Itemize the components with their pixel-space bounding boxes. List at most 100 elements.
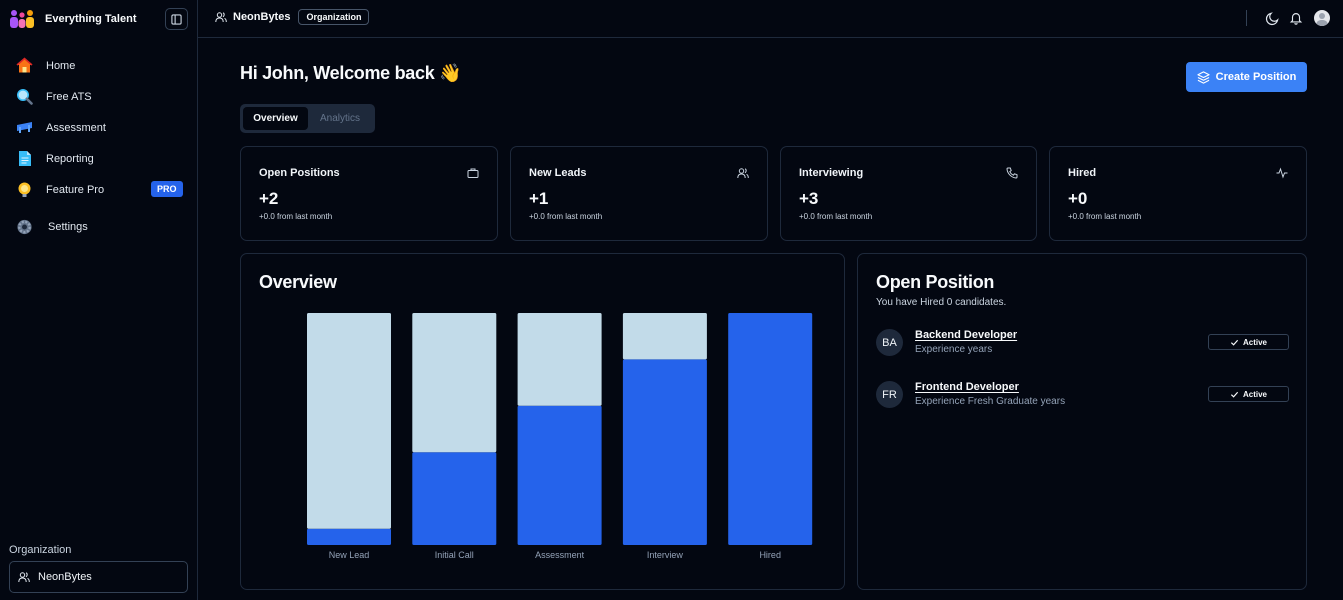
sidebar-item-label: Home [46, 59, 76, 72]
bar-initial-call-segment-1[interactable] [412, 313, 497, 453]
bar-hired-segment-0[interactable] [728, 313, 813, 545]
stat-card-hired: Hired +0 +0.0 from last month [1049, 146, 1307, 241]
status-badge[interactable]: Active [1208, 386, 1289, 402]
sidebar-item-label: Free ATS [46, 90, 92, 103]
briefcase-icon [467, 168, 479, 178]
brand[interactable]: Everything Talent [9, 9, 136, 29]
org-switcher-value: NeonBytes [38, 571, 92, 583]
x-tick-label: Interview [647, 550, 684, 560]
layers-icon [1197, 70, 1210, 84]
position-avatar: FR [876, 381, 903, 408]
stat-card-interviewing: Interviewing +3 +0.0 from last month [780, 146, 1037, 241]
position-experience: Experience Fresh Graduate years [915, 396, 1066, 407]
sidebar-item-reporting[interactable]: Reporting [0, 143, 198, 174]
org-label: Organization [9, 544, 72, 556]
lightbulb-icon [16, 181, 33, 198]
stat-title: Interviewing [799, 167, 864, 179]
document-icon [16, 150, 33, 167]
gear-icon [16, 218, 33, 235]
stat-title: New Leads [529, 167, 587, 179]
x-tick-label: New Lead [329, 550, 370, 560]
open-position-subtitle: You have Hired 0 candidates. [876, 297, 1007, 308]
bell-icon [1289, 13, 1303, 25]
stat-card-open-positions: Open Positions +2 +0.0 from last month [240, 146, 498, 241]
stat-title: Open Positions [259, 167, 340, 179]
bar-new-lead-segment-0[interactable] [307, 528, 391, 545]
x-tick-label: Hired [759, 550, 781, 560]
bar-interview-segment-1[interactable] [622, 313, 707, 360]
sidebar: Everything Talent Home Free ATS Assessme… [0, 0, 198, 600]
user-avatar[interactable] [1314, 10, 1330, 26]
x-tick-label: Assessment [535, 550, 585, 560]
theme-toggle-button[interactable] [1264, 10, 1280, 26]
status-label: Active [1242, 337, 1267, 347]
user-icon [1316, 13, 1328, 26]
org-name[interactable]: NeonBytes [233, 11, 290, 23]
bar-interview-segment-0[interactable] [622, 359, 707, 545]
sidebar-item-label: Feature Pro [46, 183, 105, 196]
sidebar-item-label: Reporting [46, 152, 94, 165]
topbar: NeonBytes Organization [198, 0, 1343, 38]
bar-assessment-segment-1[interactable] [517, 313, 602, 406]
check-icon [1230, 391, 1239, 398]
bar-initial-call-segment-0[interactable] [412, 452, 497, 545]
sidebar-item-feature-pro[interactable]: Feature Pro PRO [0, 174, 198, 205]
brand-name: Everything Talent [45, 13, 137, 25]
stat-change: +0.0 from last month [1068, 212, 1142, 221]
overview-panel: Overview New Lead Initial Call Assessment I… [240, 253, 845, 590]
logo-icon [9, 9, 35, 29]
sidebar-item-settings[interactable]: Settings [0, 211, 198, 242]
stat-value: +3 [799, 189, 819, 208]
open-position-title: Open Position [876, 272, 995, 292]
sidebar-item-free-ats[interactable]: Free ATS [0, 81, 198, 112]
stat-change: +0.0 from last month [799, 212, 873, 221]
org-badge: Organization [298, 9, 370, 25]
view-tabs: Overview Analytics [240, 104, 375, 133]
check-icon [1230, 339, 1239, 346]
stat-change: +0.0 from last month [259, 212, 333, 221]
tab-overview[interactable]: Overview [243, 107, 308, 130]
x-tick-label: Initial Call [435, 550, 474, 560]
divider [1246, 10, 1247, 26]
stat-value: +2 [259, 189, 279, 208]
magnifier-icon [16, 88, 33, 105]
home-icon [16, 57, 33, 74]
breadcrumb: NeonBytes Organization [215, 9, 370, 25]
page-title: Hi John, Welcome back 👋 [240, 63, 462, 83]
position-row[interactable]: BA Backend Developer Experience years Ac… [876, 327, 1289, 357]
assessment-icon [16, 119, 33, 136]
sidebar-item-home[interactable]: Home [0, 50, 198, 81]
notifications-button[interactable] [1288, 10, 1304, 26]
bar-assessment-segment-0[interactable] [517, 405, 602, 545]
users-icon [737, 168, 749, 179]
status-badge[interactable]: Active [1208, 334, 1289, 350]
bar-new-lead-segment-1[interactable] [307, 313, 391, 529]
stat-title: Hired [1068, 167, 1097, 179]
create-position-button[interactable]: Create Position [1186, 62, 1307, 92]
stat-change: +0.0 from last month [529, 212, 603, 221]
sidebar-item-label: Settings [48, 220, 88, 233]
moon-icon [1265, 11, 1279, 25]
users-icon [215, 12, 227, 23]
position-experience: Experience years [915, 344, 993, 355]
sidebar-item-label: Assessment [46, 121, 106, 134]
position-row[interactable]: FR Frontend Developer Experience Fresh G… [876, 379, 1289, 409]
panel-left-icon [171, 13, 182, 25]
pro-badge: PRO [151, 181, 183, 197]
position-avatar: BA [876, 329, 903, 356]
stat-value: +0 [1068, 189, 1088, 208]
position-name-link[interactable]: Frontend Developer [915, 381, 1019, 393]
activity-icon [1276, 167, 1288, 179]
overview-chart: New Lead Initial Call Assessment Interview H… [307, 313, 813, 560]
create-position-label: Create Position [1215, 71, 1297, 83]
tab-analytics[interactable]: Analytics [308, 107, 372, 130]
position-name-link[interactable]: Backend Developer [915, 329, 1017, 341]
phone-icon [1006, 167, 1018, 179]
open-position-panel: Open Position You have Hired 0 candidate… [857, 253, 1307, 590]
status-label: Active [1242, 389, 1267, 399]
sidebar-item-assessment[interactable]: Assessment [0, 112, 198, 143]
org-switcher[interactable]: NeonBytes [9, 561, 188, 593]
sidebar-nav: Home Free ATS Assessment Reporting Featu… [0, 50, 198, 242]
sidebar-toggle-button[interactable] [165, 8, 188, 30]
stat-card-new-leads: New Leads +1 +0.0 from last month [510, 146, 768, 241]
